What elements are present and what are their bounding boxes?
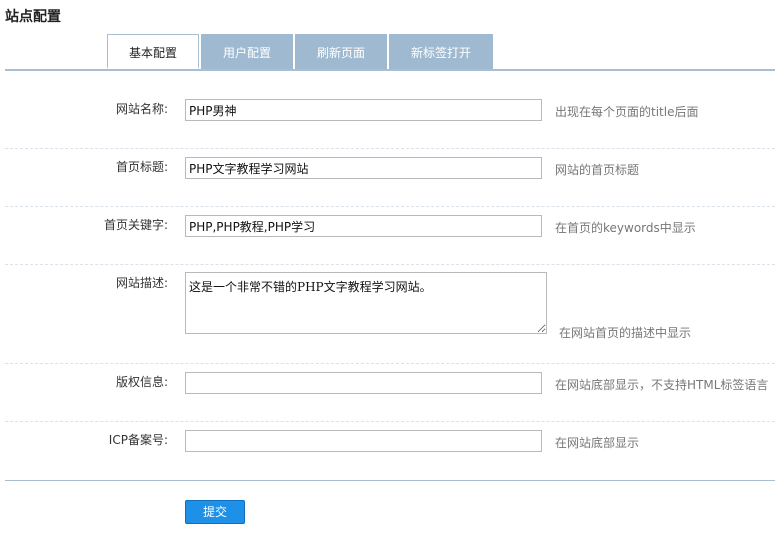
home-keywords-label: 首页关键字:: [103, 218, 168, 232]
home-title-hint: 网站的首页标题: [555, 163, 640, 177]
tab-bar: 基本配置 用户配置 刷新页面 新标签打开: [5, 34, 775, 71]
form-row-copyright: 版权信息: 在网站底部显示，不支持HTML标签语言: [5, 363, 775, 422]
copyright-hint: 在网站底部显示，不支持HTML标签语言: [555, 378, 769, 392]
form-divider: [5, 480, 775, 481]
site-name-input[interactable]: [185, 99, 542, 121]
icp-label: ICP备案号:: [108, 433, 168, 447]
form-row-home-keywords: 首页关键字: 在首页的keywords中显示: [5, 206, 775, 265]
page-title: 站点配置: [5, 9, 61, 25]
form-row-icp: ICP备案号: 在网站底部显示: [5, 421, 775, 479]
site-name-hint: 出现在每个页面的title后面: [555, 105, 699, 119]
copyright-input[interactable]: [185, 372, 542, 394]
site-name-label: 网站名称:: [115, 102, 168, 116]
site-desc-textarea[interactable]: 这是一个非常不错的PHP文字教程学习网站。: [185, 272, 547, 334]
home-title-label: 首页标题:: [115, 160, 168, 174]
form-row-home-title: 首页标题: 网站的首页标题: [5, 148, 775, 207]
tab-user-config[interactable]: 用户配置: [201, 34, 293, 69]
home-keywords-hint: 在首页的keywords中显示: [555, 221, 696, 235]
form-row-site-desc: 网站描述: 这是一个非常不错的PHP文字教程学习网站。 在网站首页的描述中显示: [5, 264, 775, 364]
site-desc-label: 网站描述:: [115, 276, 168, 290]
home-title-input[interactable]: [185, 157, 542, 179]
site-desc-hint: 在网站首页的描述中显示: [559, 326, 692, 340]
tab-new-tab-open[interactable]: 新标签打开: [389, 34, 493, 69]
icp-input[interactable]: [185, 430, 542, 452]
tab-refresh-page[interactable]: 刷新页面: [295, 34, 387, 69]
home-keywords-input[interactable]: [185, 215, 542, 237]
copyright-label: 版权信息:: [115, 375, 168, 389]
tab-basic-config[interactable]: 基本配置: [107, 34, 199, 69]
icp-hint: 在网站底部显示: [555, 436, 640, 450]
form-row-site-name: 网站名称: 出现在每个页面的title后面: [5, 90, 775, 149]
submit-button[interactable]: 提交: [185, 500, 245, 524]
